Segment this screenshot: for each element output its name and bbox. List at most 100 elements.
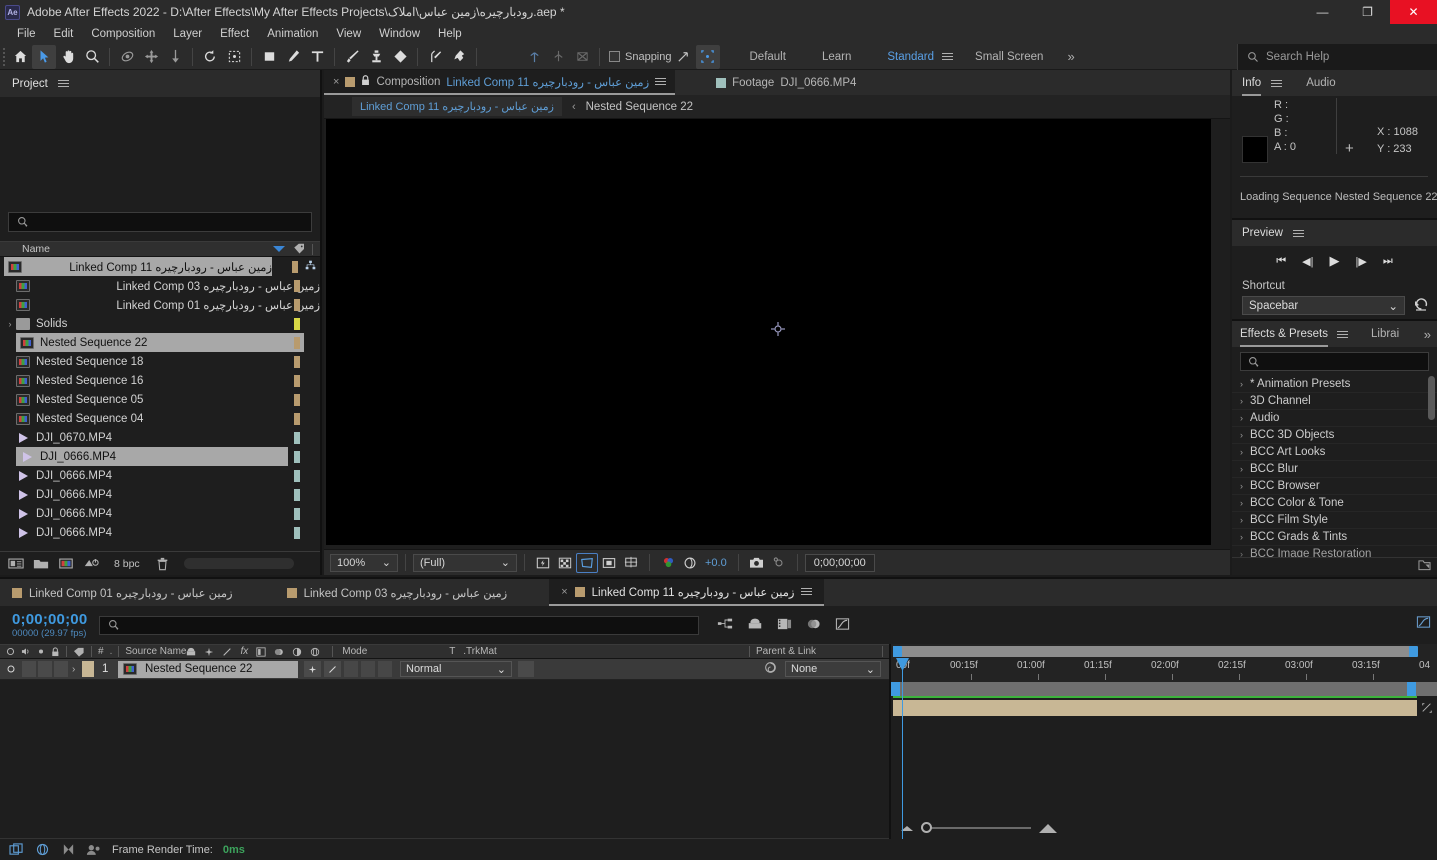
project-item-list[interactable]: زمین عباس - رودبارچیره Linked Comp 11 زم…	[0, 257, 320, 547]
exposure-reset-icon[interactable]	[679, 553, 701, 573]
menu-view[interactable]: View	[327, 24, 370, 44]
pan-camera-tool-icon[interactable]	[139, 45, 163, 69]
timeline-tab-comp-03[interactable]: زمین عباس - رودبارچیره Linked Comp 03	[275, 579, 520, 606]
zoom-slider[interactable]	[921, 822, 1031, 833]
timeline-search-input[interactable]	[99, 615, 700, 635]
list-item[interactable]: زمین عباس - رودبارچیره Linked Comp 03	[0, 276, 320, 295]
shortcut-select[interactable]: Spacebar ⌄	[1242, 296, 1405, 315]
snapping-toggle[interactable]: Snapping	[609, 51, 672, 63]
menu-composition[interactable]: Composition	[82, 24, 164, 44]
label-swatch[interactable]	[294, 280, 300, 292]
hide-shy-layers-icon[interactable]	[747, 617, 763, 634]
layer-name-cell[interactable]: Nested Sequence 22	[118, 660, 298, 678]
layer-stretch-icon[interactable]	[1421, 702, 1433, 717]
layer-label-color[interactable]	[82, 661, 94, 677]
label-swatch[interactable]	[294, 527, 300, 539]
toolbar-grip[interactable]	[0, 47, 8, 67]
composition-flowchart-icon[interactable]	[8, 843, 24, 857]
work-area-start-handle[interactable]	[893, 646, 902, 657]
duration-end-handle[interactable]	[1407, 682, 1416, 696]
list-item[interactable]: DJI_0666.MP4	[0, 485, 320, 504]
timeline-tab-comp-01[interactable]: زمین عباس - رودبارچیره Linked Comp 01	[0, 579, 245, 606]
list-item[interactable]: DJI_0666.MP4	[0, 504, 320, 523]
list-item[interactable]: Nested Sequence 04	[0, 409, 320, 428]
eraser-tool-icon[interactable]	[388, 45, 412, 69]
project-color-depth-icon[interactable]	[83, 557, 99, 571]
first-frame-icon[interactable]: ⏮	[1276, 255, 1286, 268]
effects-scrollbar[interactable]	[1428, 376, 1435, 420]
list-item[interactable]: › BCC Browser	[1232, 478, 1437, 495]
current-timecode[interactable]: 0;00;00;00	[12, 611, 87, 628]
close-icon[interactable]: ×	[561, 586, 567, 598]
label-swatch[interactable]	[294, 489, 300, 501]
list-item[interactable]: DJI_0670.MP4	[0, 428, 320, 447]
workspace-menu-icon[interactable]	[942, 53, 954, 60]
duration-start-handle[interactable]	[891, 682, 900, 696]
layer-visibility-toggle[interactable]	[0, 664, 22, 674]
layer-clip-bar[interactable]	[893, 700, 1417, 716]
clone-stamp-tool-icon[interactable]	[364, 45, 388, 69]
brush-tool-icon[interactable]	[340, 45, 364, 69]
snap-arrow-icon[interactable]	[672, 45, 696, 69]
chevron-right-icon[interactable]: ›	[1240, 447, 1243, 457]
work-area-end-handle[interactable]	[1409, 646, 1418, 657]
label-swatch[interactable]	[294, 413, 300, 425]
project-search-input[interactable]	[8, 212, 312, 232]
previous-frame-icon[interactable]: ◀|	[1302, 255, 1313, 268]
team-project-icon[interactable]	[86, 843, 102, 857]
menu-edit[interactable]: Edit	[45, 24, 83, 44]
composition-viewer-canvas[interactable]	[324, 119, 1230, 549]
column-mode-label[interactable]: Mode	[339, 646, 449, 657]
chevron-right-icon[interactable]: ›	[1240, 532, 1243, 542]
effects-category-list[interactable]: › * Animation Presets › 3D Channel › Audio …	[1232, 376, 1437, 566]
show-snapshot-icon[interactable]	[768, 553, 790, 573]
menu-file[interactable]: File	[8, 24, 45, 44]
zoom-in-icon[interactable]	[1039, 823, 1057, 833]
maximize-button[interactable]: ❐	[1345, 0, 1390, 24]
3d-view-axis-icon[interactable]	[570, 45, 594, 69]
breadcrumb-comp-chip[interactable]: زمین عباس - رودبارچیره Linked Comp 11	[352, 97, 562, 116]
collapse-transform-toggle[interactable]	[304, 661, 321, 677]
exposure-value[interactable]: +0.0	[701, 557, 731, 569]
toggle-mask-paths-icon[interactable]	[576, 552, 598, 573]
label-swatch[interactable]	[294, 318, 300, 330]
info-panel-menu-icon[interactable]	[1271, 79, 1283, 87]
breadcrumb-current[interactable]: Nested Sequence 22	[586, 101, 693, 113]
text-tool-icon[interactable]	[305, 45, 329, 69]
playhead-line[interactable]	[902, 658, 903, 839]
preview-panel-menu-icon[interactable]	[1292, 229, 1304, 237]
chevron-right-icon[interactable]: ›	[1240, 379, 1243, 389]
composition-mini-flowchart-icon[interactable]	[717, 617, 733, 634]
column-t-label[interactable]: T	[449, 646, 463, 657]
column-parent-link-label[interactable]: Parent & Link	[756, 646, 876, 657]
list-item[interactable]: Nested Sequence 05	[0, 390, 320, 409]
menu-layer[interactable]: Layer	[164, 24, 211, 44]
menu-window[interactable]: Window	[370, 24, 429, 44]
graph-editor-toggle-icon[interactable]	[1416, 615, 1431, 632]
3d-axis-icon[interactable]	[522, 45, 546, 69]
layer-audio-toggle[interactable]	[22, 661, 36, 677]
tab-composition[interactable]: × Composition زمین عباس - رودبارچیره Lin…	[324, 70, 676, 95]
search-help-field[interactable]: Search Help	[1237, 44, 1437, 70]
minimize-button[interactable]: —	[1300, 0, 1345, 24]
timeline-current-time[interactable]: 0;00;00;00 00000 (29.97 fps)	[0, 611, 87, 639]
composition-frame[interactable]	[326, 119, 1211, 545]
delete-icon[interactable]	[155, 557, 171, 571]
disclosure-triangle-icon[interactable]: ›	[4, 319, 16, 329]
label-swatch[interactable]	[294, 394, 300, 406]
tab-audio[interactable]: Audio	[1306, 70, 1335, 96]
tab-project[interactable]: Project	[12, 78, 48, 90]
frame-blend-toggle[interactable]	[361, 661, 375, 677]
composition-panel-menu-icon[interactable]	[655, 78, 667, 85]
chevron-right-icon[interactable]: ›	[1240, 481, 1243, 491]
label-swatch[interactable]	[294, 337, 300, 349]
menu-help[interactable]: Help	[429, 24, 471, 44]
tab-preview[interactable]: Preview	[1242, 220, 1283, 246]
roto-brush-tool-icon[interactable]	[423, 45, 447, 69]
effects-search-input[interactable]	[1240, 352, 1429, 371]
puppet-pin-tool-icon[interactable]	[447, 45, 471, 69]
timeline-tab-comp-11[interactable]: × زمین عباس - رودبارچیره Linked Comp 11	[549, 579, 825, 606]
new-folder-icon[interactable]	[33, 557, 49, 571]
quality-toggle[interactable]	[324, 661, 341, 677]
menu-animation[interactable]: Animation	[258, 24, 327, 44]
